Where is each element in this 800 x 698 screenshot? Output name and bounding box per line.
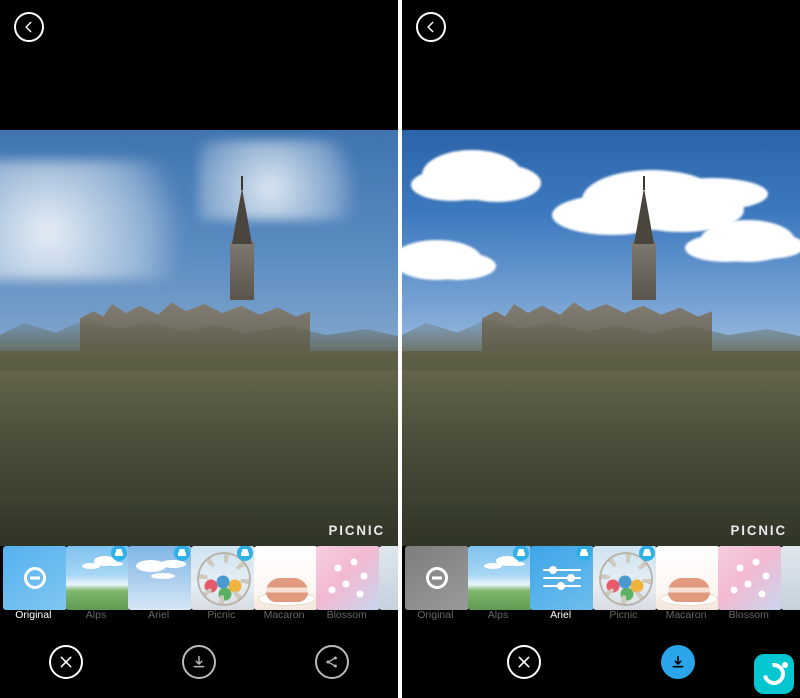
app-brand-badge[interactable]	[754, 654, 794, 694]
filter-ariel[interactable]: Ariel	[530, 546, 591, 624]
filter-strip[interactable]: Original Alps Ariel Picnic	[402, 546, 800, 624]
back-button[interactable]	[14, 12, 44, 42]
filter-thumb	[3, 546, 67, 610]
cloud-shape	[198, 140, 378, 220]
filter-picnic[interactable]: Picnic	[191, 546, 252, 624]
download-button[interactable]	[182, 645, 216, 679]
filter-thumb	[781, 546, 800, 610]
filter-label: Blossom	[718, 609, 779, 621]
bottom-bar	[402, 626, 800, 698]
close-icon	[516, 654, 532, 670]
picnic-logo-dot	[782, 662, 788, 668]
watermark-text: PICNIC	[729, 522, 788, 538]
filter-thumb	[316, 546, 380, 610]
arrow-left-icon	[424, 20, 438, 34]
filter-label: Macaron	[656, 609, 717, 621]
download-icon	[191, 654, 207, 670]
filter-blossom[interactable]: Blossom	[718, 546, 779, 624]
close-icon	[58, 654, 74, 670]
share-button[interactable]	[315, 645, 349, 679]
back-button[interactable]	[416, 12, 446, 42]
cloud-shape	[422, 150, 522, 200]
filter-thumb	[405, 546, 469, 610]
download-button[interactable]	[661, 645, 695, 679]
filter-label: Macaron	[254, 609, 315, 621]
filter-strip[interactable]: Original Alps Ariel Picnic Macaron	[0, 546, 398, 624]
top-bar	[0, 0, 398, 54]
filter-label: Alps	[66, 609, 127, 621]
app-side-by-side: PICNIC Original Alps Ariel Picnic	[0, 0, 800, 698]
editor-pane-right: PICNIC Original Alps Ariel	[402, 0, 800, 698]
bottom-bar	[0, 626, 398, 698]
slider-icon	[543, 569, 581, 571]
hill-foreground	[402, 351, 800, 546]
download-icon	[670, 654, 686, 670]
editor-pane-left: PICNIC Original Alps Ariel Picnic	[0, 0, 398, 698]
filter-label: Blossom	[316, 609, 377, 621]
slider-icon	[543, 585, 581, 587]
cloud-shape	[402, 240, 482, 280]
filter-thumb	[254, 546, 318, 610]
filter-label: Original	[405, 609, 466, 621]
filter-label: Picnic	[191, 609, 252, 621]
filter-original[interactable]: Original	[3, 546, 64, 624]
cloud-badge-icon	[639, 546, 655, 561]
filter-picnic[interactable]: Picnic	[593, 546, 654, 624]
share-icon	[324, 654, 340, 670]
cloud-shape	[700, 220, 795, 262]
filter-original[interactable]: Original	[405, 546, 466, 624]
watermark-text: PICNIC	[327, 522, 386, 538]
filter-label: Alps	[468, 609, 529, 621]
close-button[interactable]	[49, 645, 83, 679]
arrow-left-icon	[22, 20, 36, 34]
filter-next-peek[interactable]	[379, 546, 398, 624]
slider-icon	[543, 577, 581, 579]
filter-thumb	[379, 546, 398, 610]
top-bar	[402, 0, 800, 54]
photo-preview[interactable]: PICNIC	[402, 130, 800, 546]
filter-thumb	[656, 546, 720, 610]
filter-macaron[interactable]: Macaron	[254, 546, 315, 624]
filter-label: Ariel	[128, 609, 189, 621]
filter-macaron[interactable]: Macaron	[656, 546, 717, 624]
close-button[interactable]	[507, 645, 541, 679]
filter-alps[interactable]: Alps	[468, 546, 529, 624]
filter-next-peek[interactable]	[781, 546, 800, 624]
hill-foreground	[0, 351, 398, 546]
filter-alps[interactable]: Alps	[66, 546, 127, 624]
cloud-badge-icon	[237, 546, 253, 561]
filter-blossom[interactable]: Blossom	[316, 546, 377, 624]
photo-preview[interactable]: PICNIC	[0, 130, 398, 546]
filter-ariel[interactable]: Ariel	[128, 546, 189, 624]
filter-thumb	[718, 546, 782, 610]
filter-label: Original	[3, 609, 64, 621]
filter-label: Ariel	[530, 609, 591, 621]
filter-label: Picnic	[593, 609, 654, 621]
